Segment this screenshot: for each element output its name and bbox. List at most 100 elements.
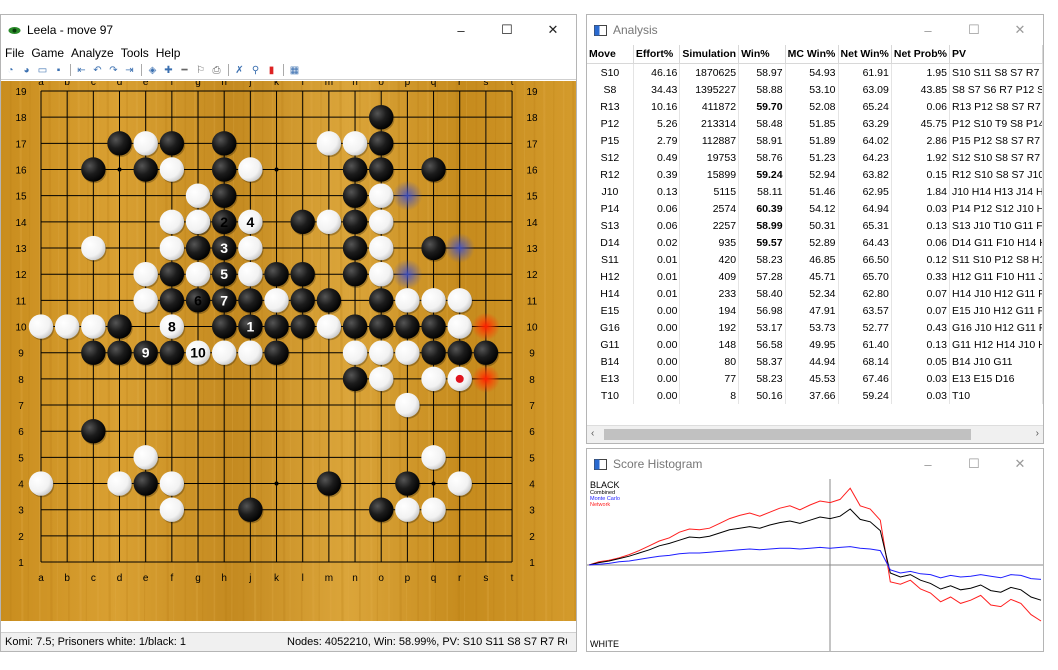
analyze-icon[interactable]: ◈ bbox=[146, 64, 159, 77]
table-row[interactable]: H14 0.01 233 58.40 52.34 62.80 0.07 H14 J10 H12… bbox=[587, 285, 1043, 302]
new-game-alt-icon[interactable]: ◕ bbox=[20, 64, 33, 77]
histogram-titlebar[interactable]: Score Histogram – ☐ ✕ bbox=[587, 449, 1043, 479]
table-cell: 0.33 bbox=[891, 268, 950, 285]
col-net-win[interactable]: Net Win% bbox=[838, 45, 892, 64]
table-row[interactable]: S8 34.43 1395227 58.88 53.10 63.09 43.85 S8 S7 … bbox=[587, 81, 1043, 98]
pass-icon[interactable]: ⚐ bbox=[194, 64, 207, 77]
search-icon[interactable]: ⚲ bbox=[249, 64, 262, 77]
column-label: q bbox=[431, 573, 437, 584]
cancel-icon[interactable]: ✗ bbox=[233, 64, 246, 77]
maximize-button[interactable]: ☐ bbox=[484, 15, 530, 45]
table-row[interactable]: R12 0.39 15899 59.24 52.94 63.82 0.15 R12 S10 S… bbox=[587, 166, 1043, 183]
move-hint[interactable] bbox=[392, 180, 423, 211]
col-pv[interactable]: PV bbox=[949, 45, 1043, 64]
leela-titlebar[interactable]: Leela - move 97 – ☐ ✕ bbox=[1, 15, 576, 45]
table-row[interactable]: E15 0.00 194 56.98 47.91 63.57 0.07 E15 J10 H12… bbox=[587, 302, 1043, 319]
move-hint[interactable] bbox=[471, 312, 500, 341]
table-row[interactable]: S13 0.06 2257 58.99 50.31 65.31 0.13 S13 J10 T1… bbox=[587, 217, 1043, 234]
col-net-prob[interactable]: Net Prob% bbox=[891, 45, 950, 64]
row-label: 18 bbox=[15, 113, 27, 124]
black-stone bbox=[421, 157, 446, 182]
minus-icon[interactable]: ━ bbox=[178, 64, 191, 77]
table-row[interactable]: P12 5.26 213314 58.48 51.85 63.29 45.75 P12 S10… bbox=[587, 115, 1043, 132]
open-icon[interactable]: ▭ bbox=[36, 64, 49, 77]
col-effort[interactable]: Effort% bbox=[633, 45, 681, 64]
series-line-monte-carlo bbox=[588, 546, 1042, 580]
column-label: f bbox=[170, 573, 173, 584]
plus-icon[interactable]: ✚ bbox=[162, 64, 175, 77]
table-row[interactable]: S11 0.01 420 58.23 46.85 66.50 0.12 S11 S10 P12… bbox=[587, 251, 1043, 268]
table-row[interactable]: G16 0.00 192 53.17 53.73 52.77 0.43 G16 J10 H12… bbox=[587, 319, 1043, 336]
analysis-table[interactable]: Move Effort% Simulation Win% MC Win% Net… bbox=[587, 45, 1043, 404]
table-cell: 51.46 bbox=[785, 183, 839, 200]
black-stone bbox=[264, 340, 289, 365]
close-button[interactable]: ✕ bbox=[530, 15, 576, 45]
table-cell: 77 bbox=[679, 370, 740, 387]
scroll-thumb[interactable] bbox=[604, 429, 971, 440]
minimize-button[interactable]: – bbox=[905, 15, 951, 45]
menu-file[interactable]: File bbox=[5, 46, 24, 60]
back-icon[interactable]: ⇤ bbox=[75, 64, 88, 77]
scroll-left-icon[interactable]: ‹ bbox=[591, 428, 594, 439]
move-hint[interactable] bbox=[471, 364, 500, 393]
go-board[interactable]: aabbccddeeffgghhjjkkllmmnnooppqqrrsstt19… bbox=[1, 81, 577, 621]
print-icon[interactable]: ⎙ bbox=[210, 64, 223, 77]
minimize-button[interactable]: – bbox=[905, 449, 951, 479]
minimize-button[interactable]: – bbox=[438, 15, 484, 45]
close-button[interactable]: ✕ bbox=[997, 449, 1043, 479]
close-button[interactable]: ✕ bbox=[997, 15, 1043, 45]
move-hint[interactable] bbox=[392, 259, 423, 290]
maximize-button[interactable]: ☐ bbox=[951, 15, 997, 45]
menu-analyze[interactable]: Analyze bbox=[71, 46, 114, 60]
table-row[interactable]: R13 10.16 411872 59.70 52.08 65.24 0.06 R13 P12… bbox=[587, 98, 1043, 115]
black-stone bbox=[342, 235, 368, 261]
table-row[interactable]: H12 0.01 409 57.28 45.71 65.70 0.33 H12 G11 F10… bbox=[587, 268, 1043, 285]
menu-help[interactable]: Help bbox=[156, 46, 181, 60]
column-label: o bbox=[378, 81, 384, 88]
row-label: 14 bbox=[15, 218, 27, 229]
table-row[interactable]: G11 0.00 148 56.58 49.95 61.40 0.13 G11 H12 H14… bbox=[587, 336, 1043, 353]
table-row[interactable]: J10 0.13 5115 58.11 51.46 62.95 1.84 J10 H14 H1… bbox=[587, 183, 1043, 200]
table-cell: 0.15 bbox=[891, 166, 950, 183]
table-row[interactable]: B14 0.00 80 58.37 44.94 68.14 0.05 B14 J10 G11 bbox=[587, 353, 1043, 370]
stop-icon[interactable]: ▮ bbox=[265, 64, 278, 77]
table-row[interactable]: S12 0.49 19753 58.76 51.23 64.23 1.92 S12 S10 S… bbox=[587, 149, 1043, 166]
col-mc-win[interactable]: MC Win% bbox=[785, 45, 839, 64]
scroll-right-icon[interactable]: › bbox=[1036, 428, 1039, 439]
redo-icon[interactable]: ↷ bbox=[107, 64, 120, 77]
col-win[interactable]: Win% bbox=[738, 45, 786, 64]
table-cell: 58.23 bbox=[738, 251, 786, 268]
white-stone bbox=[81, 235, 106, 261]
menu-game[interactable]: Game bbox=[31, 46, 64, 60]
horizontal-scrollbar[interactable]: ‹ › bbox=[587, 425, 1043, 443]
table-row[interactable]: T10 0.00 8 50.16 37.66 59.24 0.03 T10 bbox=[587, 387, 1043, 404]
new-game-icon[interactable]: ◔ bbox=[4, 64, 17, 77]
save-icon[interactable]: ▪ bbox=[52, 64, 65, 77]
table-cell: 0.01 bbox=[633, 251, 681, 268]
table-row[interactable]: P14 0.06 2574 60.39 54.12 64.94 0.03 P14 P12 S1… bbox=[587, 200, 1043, 217]
move-number-label: 5 bbox=[220, 266, 228, 282]
move-hint[interactable] bbox=[444, 233, 475, 264]
leela-eye-icon bbox=[8, 26, 21, 34]
table-row[interactable]: P15 2.79 112887 58.91 51.89 64.02 2.86 P15 P12 … bbox=[587, 132, 1043, 149]
analysis-titlebar[interactable]: Analysis – ☐ ✕ bbox=[587, 15, 1043, 45]
black-stone bbox=[421, 340, 446, 365]
table-row[interactable]: S10 46.16 1870625 58.97 54.93 61.91 1.95 S10 S1… bbox=[587, 63, 1043, 81]
black-stone bbox=[342, 314, 368, 339]
black-stone bbox=[238, 288, 263, 313]
table-row[interactable]: D14 0.02 935 59.57 52.89 64.43 0.06 D14 G11 F10… bbox=[587, 234, 1043, 251]
column-label: q bbox=[431, 81, 437, 88]
table-cell: 10.16 bbox=[633, 98, 681, 115]
maximize-button[interactable]: ☐ bbox=[951, 449, 997, 479]
undo-icon[interactable]: ↶ bbox=[91, 64, 104, 77]
score-icon[interactable]: ▦ bbox=[288, 64, 301, 77]
table-row[interactable]: E13 0.00 77 58.23 45.53 67.46 0.03 E13 E15 D16 bbox=[587, 370, 1043, 387]
table-cell: 0.06 bbox=[891, 98, 950, 115]
column-label: g bbox=[195, 573, 201, 584]
menu-tools[interactable]: Tools bbox=[121, 46, 149, 60]
col-simulation[interactable]: Simulation bbox=[679, 45, 740, 64]
col-move[interactable]: Move bbox=[587, 45, 634, 64]
table-cell: G11 bbox=[587, 336, 634, 353]
white-stone bbox=[369, 261, 394, 287]
forward-icon[interactable]: ⇥ bbox=[123, 64, 136, 77]
